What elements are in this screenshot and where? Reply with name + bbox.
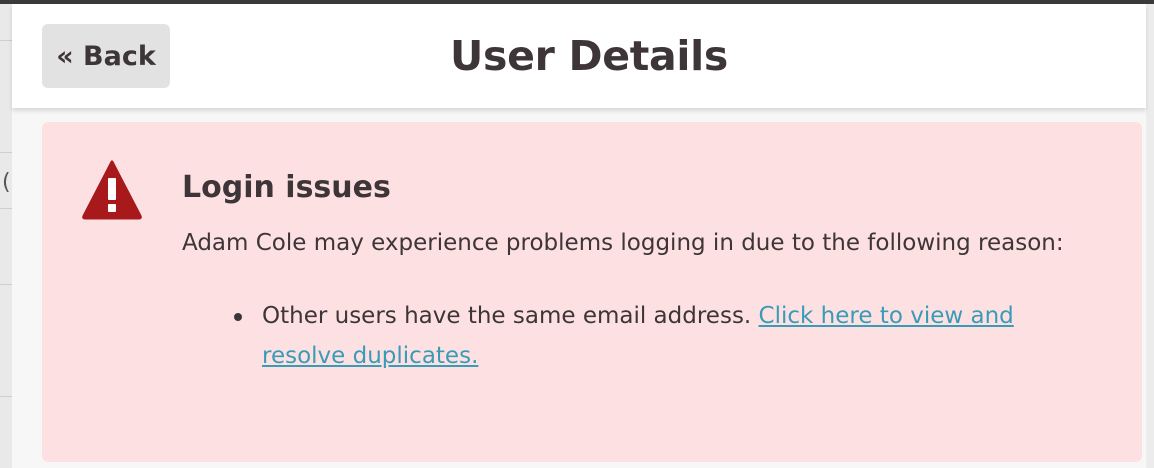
issue-list: Other users have the same email address.… [234, 296, 1054, 376]
page-title: User Details [449, 32, 728, 80]
bullet-icon [234, 313, 242, 321]
alert-message: Adam Cole may experience problems loggin… [182, 230, 1064, 256]
scrollbar-track[interactable] [1146, 4, 1154, 468]
page-header: « Back User Details [12, 4, 1146, 108]
login-issues-alert: Login issues Adam Cole may experience pr… [42, 122, 1142, 462]
background-list-edge: ( [0, 4, 12, 468]
list-item: Other users have the same email address.… [234, 296, 1054, 376]
issue-text: Other users have the same email address. [262, 303, 759, 329]
alert-title: Login issues [182, 170, 391, 205]
warning-triangle-icon [82, 160, 142, 220]
